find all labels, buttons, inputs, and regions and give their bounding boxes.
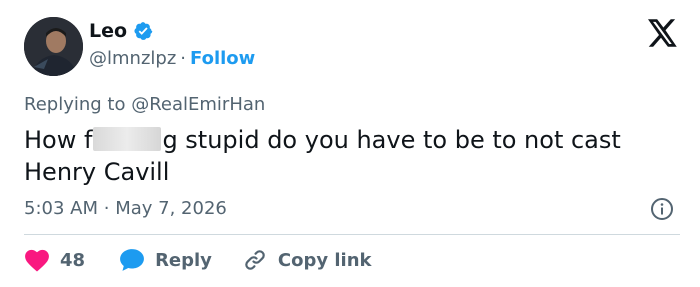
info-icon[interactable]: [650, 197, 674, 221]
action-bar: 48 Reply Copy link: [24, 248, 372, 272]
follow-button[interactable]: Follow: [190, 48, 255, 69]
copy-link-button[interactable]: Copy link: [242, 248, 372, 272]
heart-icon: [25, 249, 49, 272]
tweet-card: Leo @lmnzlpz · Follow Replying to @RealEmi…: [0, 0, 700, 287]
author-name-row: Leo: [89, 20, 153, 42]
tweet-text: How fg stupid do you have to be to not c…: [24, 124, 674, 188]
replying-to-line: Replying to @RealEmirHan: [24, 94, 265, 115]
reply-button[interactable]: Reply: [119, 248, 212, 272]
tweet-timestamp[interactable]: 5:03 AM · May 7, 2026: [24, 198, 227, 219]
author-handle-row: @lmnzlpz · Follow: [89, 48, 255, 69]
tweet-date: May 7, 2026: [115, 198, 227, 219]
replying-prefix: Replying to: [24, 94, 126, 115]
censor-blur: [93, 127, 162, 151]
speech-bubble-icon: [120, 249, 144, 271]
avatar-image: [24, 17, 83, 76]
copy-link-label: Copy link: [277, 249, 372, 271]
author-name[interactable]: Leo: [89, 20, 127, 42]
author-handle[interactable]: @lmnzlpz: [89, 48, 176, 69]
divider: [24, 234, 680, 235]
link-icon: [245, 250, 265, 270]
handle-separator: ·: [180, 48, 187, 69]
timestamp-separator: ·: [103, 198, 110, 219]
reply-label: Reply: [155, 249, 212, 271]
avatar[interactable]: [24, 17, 83, 76]
verified-badge-icon: [134, 22, 153, 40]
x-logo-icon[interactable]: [648, 19, 678, 47]
like-button[interactable]: 48: [24, 248, 85, 272]
replying-mention-link[interactable]: @RealEmirHan: [131, 94, 265, 115]
tweet-text-part1: How f: [24, 126, 93, 154]
like-count: 48: [60, 249, 86, 271]
tweet-time: 5:03 AM: [24, 198, 98, 219]
